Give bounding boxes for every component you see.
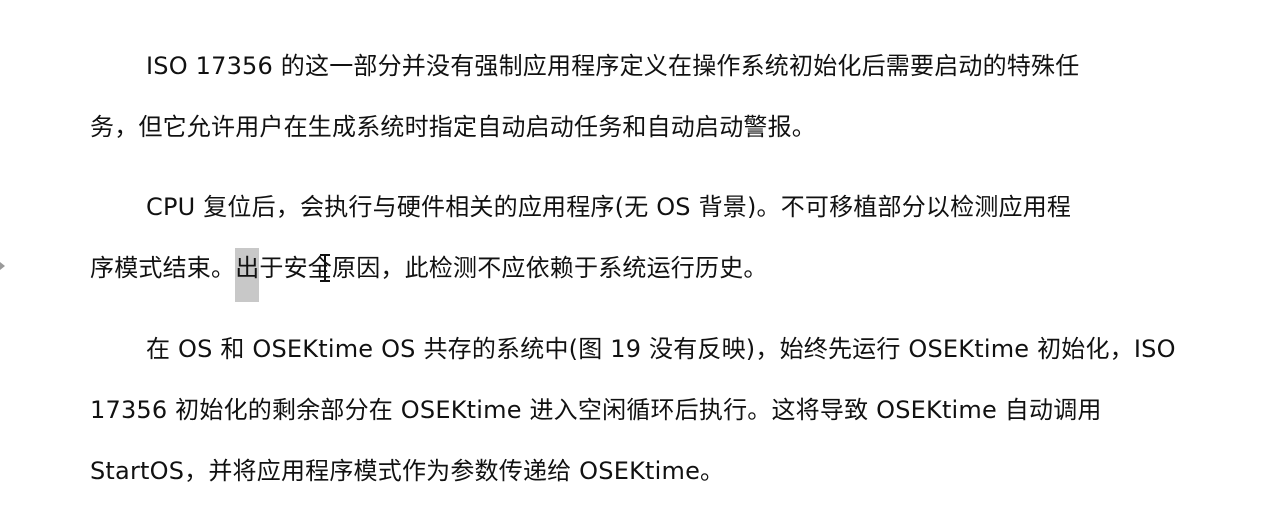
text-cursor-icon	[320, 254, 330, 282]
paragraph-line[interactable]: ISO 17356 的这一部分并没有强制应用程序定义在操作系统初始化后需要启动的…	[90, 36, 1180, 97]
left-edge-arrow-icon	[0, 262, 5, 270]
paragraph-line[interactable]: 17356 初始化的剩余部分在 OSEKtime 进入空闲循环后执行。这将导致 …	[90, 380, 1180, 441]
text-run[interactable]: 于安全原因，此检测不应依赖于系统运行历史。	[259, 254, 767, 282]
paragraph-osektime[interactable]: 在 OS 和 OSEKtime OS 共存的系统中(图 19 没有反映)，始终先…	[90, 319, 1180, 502]
paragraph-cpu-reset[interactable]: CPU 复位后，会执行与硬件相关的应用程序(无 OS 背景)。不可移植部分以检测…	[90, 177, 1180, 302]
text-run[interactable]: 序模式结束。	[90, 254, 235, 282]
paragraph-line[interactable]: StartOS，并将应用程序模式作为参数传递给 OSEKtime。	[90, 441, 1180, 502]
document-page[interactable]: ISO 17356 的这一部分并没有强制应用程序定义在操作系统初始化后需要启动的…	[0, 0, 1270, 519]
paragraph-autostart[interactable]: ISO 17356 的这一部分并没有强制应用程序定义在操作系统初始化后需要启动的…	[90, 36, 1180, 158]
selected-text[interactable]: 出	[235, 248, 260, 302]
paragraph-line[interactable]: 序模式结束。出于安全原因，此检测不应依赖于系统运行历史。	[90, 238, 1180, 302]
paragraph-line[interactable]: 在 OS 和 OSEKtime OS 共存的系统中(图 19 没有反映)，始终先…	[90, 319, 1180, 380]
paragraph-line[interactable]: CPU 复位后，会执行与硬件相关的应用程序(无 OS 背景)。不可移植部分以检测…	[90, 177, 1180, 238]
paragraph-line[interactable]: 务，但它允许用户在生成系统时指定自动启动任务和自动启动警报。	[90, 97, 1180, 158]
text-cursor-cap	[320, 280, 330, 282]
text-cursor-stem	[324, 256, 326, 280]
